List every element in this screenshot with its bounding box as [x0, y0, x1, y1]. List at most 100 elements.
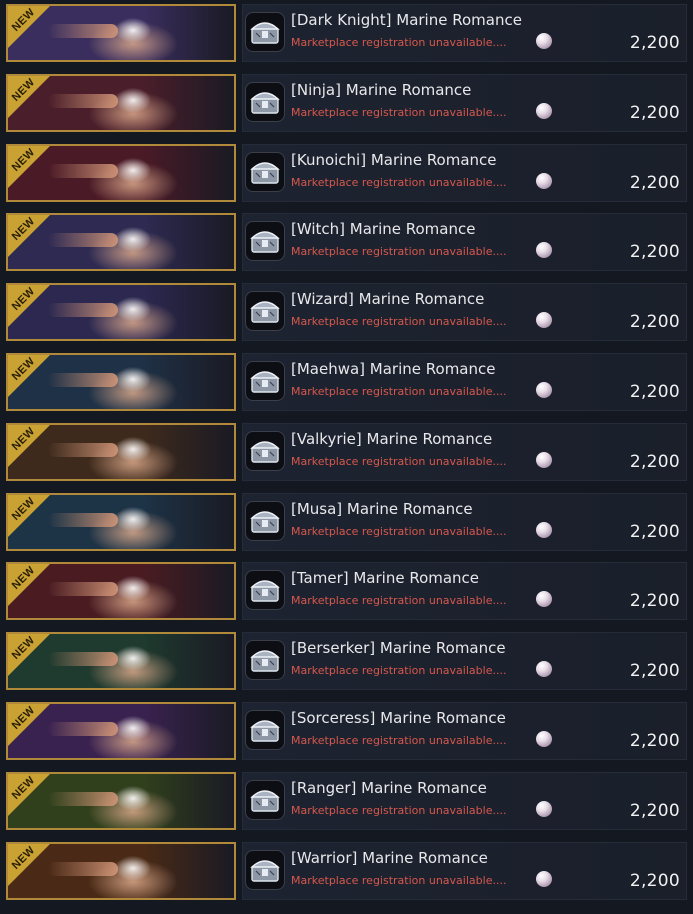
new-badge-label: NEW: [9, 495, 38, 523]
new-badge-label: NEW: [9, 844, 38, 872]
treasure-chest-icon[interactable]: [245, 152, 285, 192]
treasure-chest-icon[interactable]: [245, 221, 285, 261]
new-badge: NEW: [8, 844, 62, 898]
new-badge: NEW: [8, 6, 62, 60]
item-name: [Ranger] Marine Romance: [291, 779, 487, 797]
costume-thumbnail[interactable]: NEW: [6, 4, 236, 62]
marketplace-status: Marketplace registration unavailable....: [291, 804, 507, 817]
item-name: [Dark Knight] Marine Romance: [291, 11, 522, 29]
costume-list: NEW [Dark Knight] Marine Romance Marketpla…: [0, 0, 693, 914]
item-info-panel[interactable]: [Tamer] Marine Romance Marketplace regist…: [242, 562, 687, 620]
marketplace-status: Marketplace registration unavailable....: [291, 176, 507, 189]
item-info-panel[interactable]: [Warrior] Marine Romance Marketplace regi…: [242, 842, 687, 900]
list-item[interactable]: NEW [Musa] Marine Romance Marketplace regi…: [0, 489, 693, 555]
item-info-panel[interactable]: [Kunoichi] Marine Romance Marketplace reg…: [242, 144, 687, 202]
new-badge-label: NEW: [9, 146, 38, 174]
new-badge-label: NEW: [9, 774, 38, 802]
pearl-icon: [536, 731, 552, 747]
marketplace-status: Marketplace registration unavailable....: [291, 594, 507, 607]
treasure-chest-icon[interactable]: [245, 291, 285, 331]
costume-thumbnail[interactable]: NEW: [6, 144, 236, 202]
list-item[interactable]: NEW [Valkyrie] Marine Romance Marketplace …: [0, 419, 693, 485]
list-item[interactable]: NEW [Dark Knight] Marine Romance Marketpla…: [0, 0, 693, 66]
new-badge-label: NEW: [9, 355, 38, 383]
treasure-chest-icon[interactable]: [245, 780, 285, 820]
marketplace-status: Marketplace registration unavailable....: [291, 734, 507, 747]
new-badge-label: NEW: [9, 425, 38, 453]
treasure-chest-icon[interactable]: [245, 12, 285, 52]
item-info-panel[interactable]: [Ranger] Marine Romance Marketplace regis…: [242, 772, 687, 830]
pearl-icon: [536, 801, 552, 817]
new-badge-label: NEW: [9, 564, 38, 592]
item-info-panel[interactable]: [Musa] Marine Romance Marketplace registr…: [242, 493, 687, 551]
costume-thumbnail[interactable]: NEW: [6, 702, 236, 760]
item-info-panel[interactable]: [Wizard] Marine Romance Marketplace regis…: [242, 283, 687, 341]
costume-thumbnail[interactable]: NEW: [6, 74, 236, 132]
item-price: 2,200: [629, 731, 680, 751]
costume-thumbnail[interactable]: NEW: [6, 213, 236, 271]
pearl-icon: [536, 522, 552, 538]
treasure-chest-icon[interactable]: [245, 850, 285, 890]
new-badge-label: NEW: [9, 704, 38, 732]
costume-thumbnail[interactable]: NEW: [6, 423, 236, 481]
pearl-icon: [536, 173, 552, 189]
item-name: [Ninja] Marine Romance: [291, 81, 472, 99]
item-price: 2,200: [629, 591, 680, 611]
marketplace-status: Marketplace registration unavailable....: [291, 315, 507, 328]
list-item[interactable]: NEW [Witch] Marine Romance Marketplace reg…: [0, 209, 693, 275]
item-price: 2,200: [629, 103, 680, 123]
item-price: 2,200: [629, 452, 680, 472]
list-item[interactable]: NEW [Wizard] Marine Romance Marketplace re…: [0, 279, 693, 345]
new-badge: NEW: [8, 76, 62, 130]
costume-thumbnail[interactable]: NEW: [6, 353, 236, 411]
list-item[interactable]: NEW [Ranger] Marine Romance Marketplace re…: [0, 768, 693, 834]
costume-thumbnail[interactable]: NEW: [6, 842, 236, 900]
list-item[interactable]: NEW [Maehwa] Marine Romance Marketplace re…: [0, 349, 693, 415]
item-name: [Berserker] Marine Romance: [291, 639, 506, 657]
item-info-panel[interactable]: [Valkyrie] Marine Romance Marketplace reg…: [242, 423, 687, 481]
costume-thumbnail[interactable]: NEW: [6, 283, 236, 341]
treasure-chest-icon[interactable]: [245, 82, 285, 122]
item-price: 2,200: [629, 661, 680, 681]
pearl-icon: [536, 382, 552, 398]
new-badge: NEW: [8, 146, 62, 200]
new-badge: NEW: [8, 774, 62, 828]
new-badge: NEW: [8, 564, 62, 618]
costume-thumbnail[interactable]: NEW: [6, 772, 236, 830]
item-price: 2,200: [629, 312, 680, 332]
list-item[interactable]: NEW [Tamer] Marine Romance Marketplace reg…: [0, 558, 693, 624]
marketplace-status: Marketplace registration unavailable....: [291, 525, 507, 538]
pearl-icon: [536, 33, 552, 49]
list-item[interactable]: NEW [Ninja] Marine Romance Marketplace reg…: [0, 70, 693, 136]
treasure-chest-icon[interactable]: [245, 361, 285, 401]
new-badge: NEW: [8, 355, 62, 409]
new-badge-label: NEW: [9, 634, 38, 662]
item-name: [Sorceress] Marine Romance: [291, 709, 506, 727]
treasure-chest-icon[interactable]: [245, 501, 285, 541]
costume-thumbnail[interactable]: NEW: [6, 562, 236, 620]
costume-thumbnail[interactable]: NEW: [6, 632, 236, 690]
item-info-panel[interactable]: [Berserker] Marine Romance Marketplace re…: [242, 632, 687, 690]
treasure-chest-icon[interactable]: [245, 710, 285, 750]
new-badge: NEW: [8, 634, 62, 688]
item-price: 2,200: [629, 242, 680, 262]
treasure-chest-icon[interactable]: [245, 431, 285, 471]
treasure-chest-icon[interactable]: [245, 640, 285, 680]
list-item[interactable]: NEW [Warrior] Marine Romance Marketplace r…: [0, 838, 693, 904]
item-info-panel[interactable]: [Maehwa] Marine Romance Marketplace regis…: [242, 353, 687, 411]
list-item[interactable]: NEW [Sorceress] Marine Romance Marketplace…: [0, 698, 693, 764]
marketplace-status: Marketplace registration unavailable....: [291, 455, 507, 468]
new-badge: NEW: [8, 215, 62, 269]
new-badge-label: NEW: [9, 215, 38, 243]
list-item[interactable]: NEW [Berserker] Marine Romance Marketplace…: [0, 628, 693, 694]
treasure-chest-icon[interactable]: [245, 570, 285, 610]
list-item[interactable]: NEW [Kunoichi] Marine Romance Marketplace …: [0, 140, 693, 206]
item-info-panel[interactable]: [Witch] Marine Romance Marketplace regist…: [242, 213, 687, 271]
costume-thumbnail[interactable]: NEW: [6, 493, 236, 551]
new-badge: NEW: [8, 425, 62, 479]
item-name: [Maehwa] Marine Romance: [291, 360, 496, 378]
item-info-panel[interactable]: [Ninja] Marine Romance Marketplace regist…: [242, 74, 687, 132]
item-info-panel[interactable]: [Sorceress] Marine Romance Marketplace re…: [242, 702, 687, 760]
item-info-panel[interactable]: [Dark Knight] Marine Romance Marketplace …: [242, 4, 687, 62]
new-badge: NEW: [8, 285, 62, 339]
